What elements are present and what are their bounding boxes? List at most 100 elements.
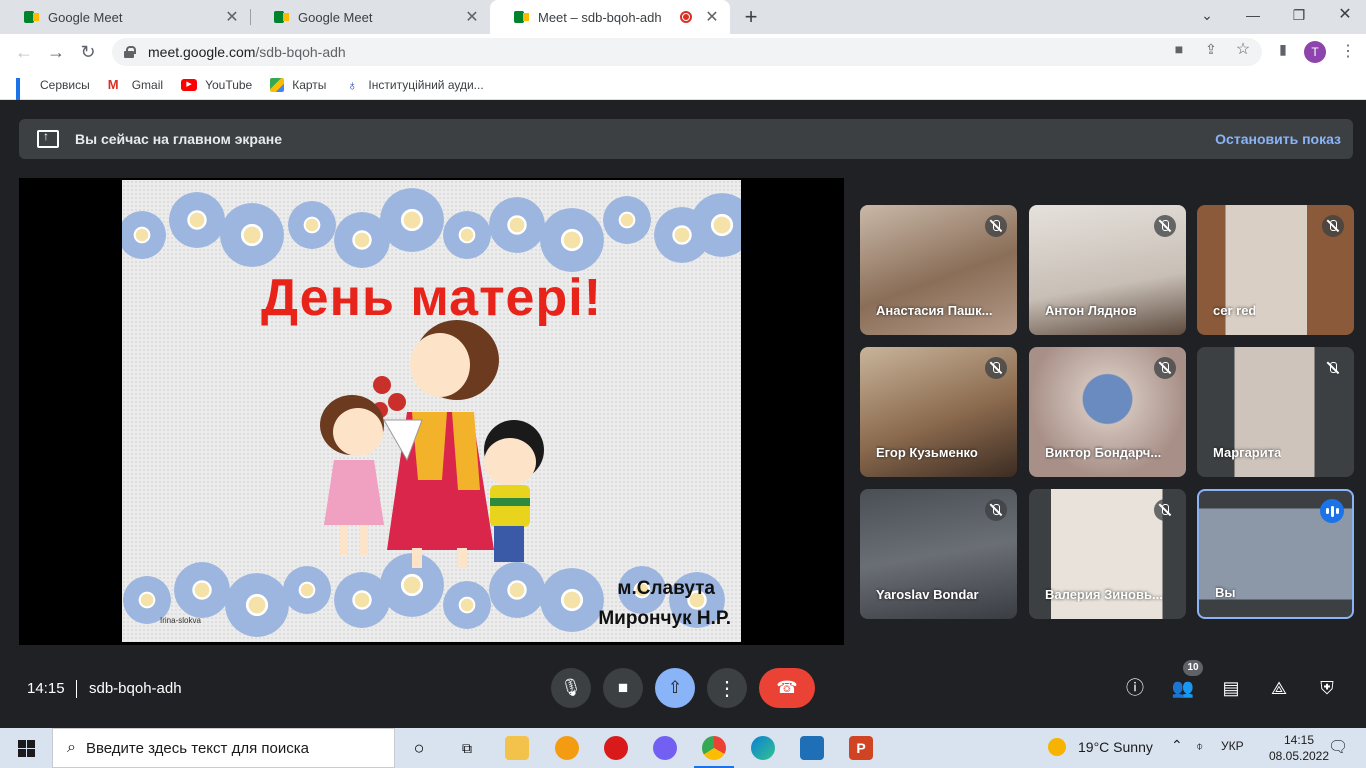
bookmark-maps[interactable]: Карты [270, 77, 327, 92]
participant-tile[interactable]: cer red [1197, 205, 1354, 335]
more-vert-icon: ⋮ [717, 677, 737, 700]
microphone-button[interactable]: 🎙 [551, 668, 591, 708]
activities-icon[interactable]: ⟁ [1267, 676, 1291, 700]
reload-button[interactable]: ↻ [76, 40, 100, 64]
opera-icon[interactable] [604, 736, 628, 760]
file-explorer-icon[interactable] [505, 736, 529, 760]
stop-presenting-button[interactable]: Остановить показ [1215, 131, 1341, 147]
cortana-icon[interactable]: ○ [407, 736, 431, 760]
task-view-icon[interactable]: ⧉ [455, 736, 479, 760]
search-icon: ⌕ [67, 739, 76, 756]
meeting-code: sdb-bqoh-adh [89, 680, 182, 697]
url-host: meet.google.com [148, 44, 256, 60]
mic-off-icon [985, 357, 1007, 379]
presentation-stage: День матері! Irina-slokva м.Славута Миро… [19, 178, 844, 645]
recording-icon [680, 11, 692, 23]
camera-button[interactable]: ■ [603, 668, 643, 708]
mother-leg [412, 548, 422, 568]
participant-tile[interactable]: Егор Кузьменко [860, 347, 1017, 477]
bookmark-label: Карты [292, 77, 327, 92]
boy-shirt-stripe [490, 498, 530, 506]
participant-name: cer red [1213, 303, 1257, 318]
institution-icon: ♁ [347, 76, 358, 93]
share-icon[interactable]: ⇪ [1202, 41, 1220, 58]
bookmark-label: Інституційний ауди... [368, 77, 484, 92]
tab-search-icon[interactable]: ⌄ [1184, 0, 1230, 30]
windows-start-icon[interactable] [18, 740, 35, 757]
edge-icon[interactable] [751, 736, 775, 760]
side-panel-icon[interactable]: ▮ [1274, 41, 1292, 58]
leave-call-button[interactable]: ☎ [759, 668, 815, 708]
close-icon[interactable]: ✕ [224, 7, 240, 27]
bookmark-institution[interactable]: ♁ Інституційний ауди... [344, 76, 484, 93]
chat-icon[interactable]: ▤ [1219, 676, 1243, 700]
girl-dress [324, 460, 384, 525]
network-icon[interactable]: ⌽ [1196, 739, 1203, 754]
close-window-button[interactable]: ✕ [1322, 0, 1366, 30]
participant-name: Виктор Бондарч... [1045, 445, 1162, 460]
system-clock[interactable]: 14:15 08.05.2022 [1268, 732, 1330, 764]
bookmark-youtube[interactable]: ▶ YouTube [181, 78, 252, 92]
bookmark-services[interactable]: Сервисы [16, 77, 90, 114]
tab-title: Google Meet [298, 9, 373, 25]
tab-google-meet-1[interactable]: Google Meet ✕ [0, 0, 250, 34]
notifications-icon[interactable]: 🗨 [1328, 737, 1348, 757]
browser-menu-icon[interactable]: ⋮ [1340, 42, 1356, 62]
participant-tile[interactable]: Валерия Зиновь... [1029, 489, 1186, 619]
participant-name: Антон Ляднов [1045, 303, 1137, 318]
more-options-button[interactable]: ⋮ [707, 668, 747, 708]
meet-window: Вы сейчас на главном экране Остановить п… [0, 100, 1366, 728]
close-icon[interactable]: ✕ [464, 7, 480, 27]
participant-name: Вы [1215, 585, 1236, 600]
maps-icon [270, 77, 285, 92]
participant-tile[interactable]: Виктор Бондарч... [1029, 347, 1186, 477]
windows-taskbar: ⌕ Введите здесь текст для поиска ○ ⧉ P 1… [0, 728, 1366, 768]
bookmarks-bar: Сервисы M Gmail ▶ YouTube Карты ♁ Інстит… [0, 70, 1366, 114]
gmail-icon: M [107, 76, 119, 92]
participant-tile[interactable]: Антон Ляднов [1029, 205, 1186, 335]
photos-icon[interactable] [800, 736, 824, 760]
self-view-tile[interactable]: Вы [1197, 489, 1354, 619]
present-screen-button[interactable]: ⇧ [655, 668, 695, 708]
close-icon[interactable]: ✕ [704, 7, 720, 27]
host-controls-icon[interactable]: ⛨ [1315, 676, 1339, 700]
shared-slide: День матері! Irina-slokva м.Славута Миро… [122, 180, 741, 642]
participant-tile[interactable]: Анастасия Пашк... [860, 205, 1017, 335]
tab-meet-active[interactable]: Meet – sdb-bqoh-adh ✕ [490, 0, 730, 34]
taskbar-search-box[interactable]: ⌕ Введите здесь текст для поиска [52, 728, 395, 768]
address-bar[interactable]: meet.google.com/sdb-bqoh-adh [112, 38, 1262, 66]
bookmark-gmail[interactable]: M Gmail [107, 76, 163, 92]
participant-tile[interactable]: Маргарита [1197, 347, 1354, 477]
tray-chevron-icon[interactable]: ⌃ [1171, 737, 1183, 754]
participant-tile[interactable]: Yaroslav Bondar [860, 489, 1017, 619]
minimize-button[interactable]: — [1230, 0, 1276, 30]
new-tab-button[interactable]: + [740, 4, 762, 30]
people-icon[interactable]: 👥 [1171, 676, 1195, 700]
viber-icon[interactable] [653, 736, 677, 760]
tab-google-meet-2[interactable]: Google Meet ✕ [250, 0, 490, 34]
chrome-icon[interactable] [702, 736, 726, 760]
meet-favicon-icon [274, 10, 290, 24]
forward-button[interactable]: → [44, 40, 68, 64]
bookmark-star-icon[interactable]: ☆ [1234, 39, 1252, 59]
participant-name: Егор Кузьменко [876, 445, 978, 460]
mic-off-icon [1322, 215, 1344, 237]
tab-title: Meet – sdb-bqoh-adh [538, 9, 662, 25]
apps-grid-icon [16, 77, 32, 114]
powerpoint-icon[interactable]: P [849, 736, 873, 760]
camera-in-use-icon[interactable]: ■ [1170, 41, 1188, 57]
back-button[interactable]: ← [12, 40, 36, 64]
presenting-banner: Вы сейчас на главном экране Остановить п… [19, 119, 1353, 159]
meeting-clock: 14:15 [27, 680, 65, 697]
slide-watermark: Irina-slokva [160, 616, 201, 625]
rose [373, 376, 391, 394]
language-indicator[interactable]: УКР [1221, 739, 1244, 753]
weather-widget[interactable]: 19°C Sunny [1048, 738, 1153, 756]
call-end-icon: ☎ [776, 678, 798, 697]
meeting-info-icon[interactable]: ⓘ [1123, 676, 1147, 700]
divider [76, 680, 77, 698]
maximize-button[interactable]: ❐ [1276, 0, 1322, 30]
participant-name: Валерия Зиновь... [1045, 587, 1163, 602]
profile-avatar[interactable]: T [1304, 41, 1326, 63]
browser-app-icon[interactable] [555, 736, 579, 760]
